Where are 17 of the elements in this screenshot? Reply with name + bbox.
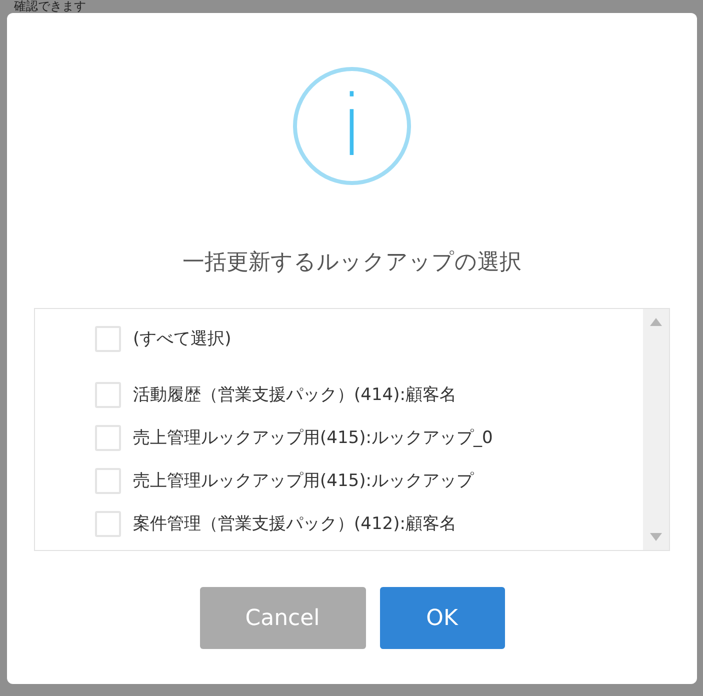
dialog-title: 一括更新するルックアップの選択: [182, 249, 522, 277]
scrollbar[interactable]: [643, 309, 669, 550]
option-item[interactable]: 活動履歴（営業支援パック）(414):顧客名: [95, 381, 643, 408]
option-item[interactable]: 売上管理ルックアップ用(415):ルックアップ_0: [95, 424, 643, 451]
ok-button[interactable]: OK: [380, 587, 504, 649]
option-item[interactable]: 案件管理（営業支援パック）(412):顧客名: [95, 510, 643, 537]
checkbox[interactable]: [95, 424, 121, 450]
option-item[interactable]: 売上管理ルックアップ用(415):ルックアップ: [95, 467, 643, 494]
background-text: 確認できます: [14, 0, 86, 13]
scroll-down-icon[interactable]: [650, 533, 662, 541]
info-icon: i: [293, 67, 411, 185]
checkbox[interactable]: [95, 382, 121, 408]
option-item[interactable]: (すべて選択): [95, 325, 643, 352]
checkbox[interactable]: [95, 326, 121, 352]
checkbox[interactable]: [95, 468, 121, 494]
scroll-up-icon[interactable]: [650, 318, 662, 326]
checkbox[interactable]: [95, 510, 121, 536]
